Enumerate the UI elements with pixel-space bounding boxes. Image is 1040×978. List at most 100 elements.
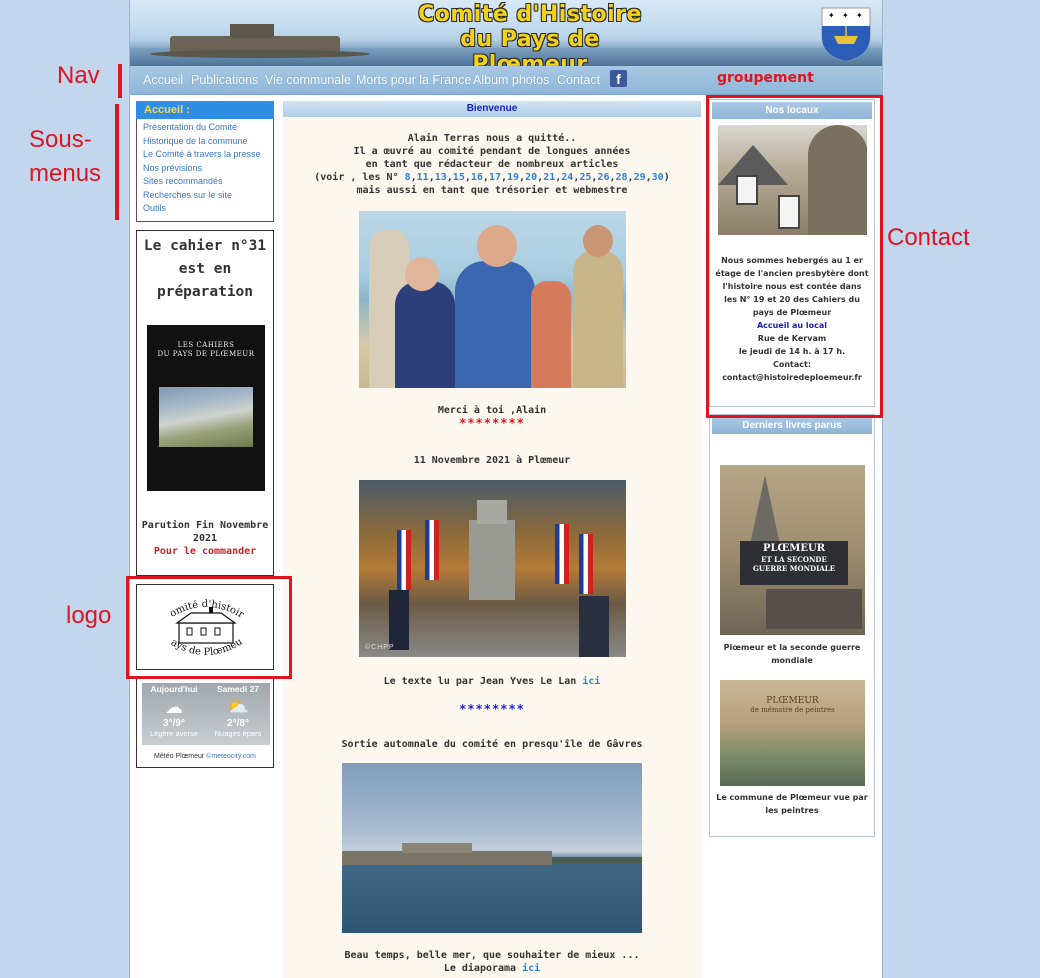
site-banner: Comité d'Histoire du Pays de Plœmeur ✦ ✦… <box>130 0 882 66</box>
issue-link-13[interactable]: 13 <box>435 172 447 183</box>
submenu-item-outils[interactable]: Outils <box>143 202 273 216</box>
annotation-sous-menus-2: menus <box>29 160 102 187</box>
order-link[interactable]: Pour le commander <box>137 545 273 558</box>
book1-title-line1: PLŒMEUR <box>762 543 826 554</box>
diaporama-text: Le diaporama <box>443 963 517 974</box>
site-title-line1: Comité d'Histoire <box>418 2 642 27</box>
beau-temps-line: Beau temps, belle mer, que souhaiter de … <box>344 950 640 961</box>
submenu-item-sites[interactable]: Sites recommandés <box>143 175 273 189</box>
issue-link-20[interactable]: 20 <box>525 172 537 183</box>
issue-link-29[interactable]: 29 <box>634 172 646 183</box>
weather-day1-cond: Légère averse <box>150 729 198 738</box>
weather-credit-prefix: Météo Plœmeur <box>154 753 207 760</box>
intro-line1: Alain Terras nous a quitté.. <box>407 133 577 144</box>
nav-publications[interactable]: Publications <box>191 73 258 87</box>
issue-link-8[interactable]: 8 <box>405 172 411 183</box>
issue-link-19[interactable]: 19 <box>507 172 519 183</box>
weather-widget: Aujourd'hui ☁ 3°/9° Légère averse Samedi… <box>136 678 274 768</box>
annotation-contact-rect <box>706 95 883 418</box>
issue-link-30[interactable]: 30 <box>652 172 664 183</box>
annotation-contact: Contact <box>887 224 970 251</box>
submenu-list: Présentation du Comité Historique de la … <box>136 119 274 222</box>
issue-link-28[interactable]: 28 <box>616 172 628 183</box>
annotation-logo-rect <box>126 576 292 679</box>
svg-text:✦: ✦ <box>828 11 835 20</box>
book2-caption: Le commune de Plœmeur vue par les peintr… <box>716 793 868 815</box>
submenu-item-recherches[interactable]: Recherches sur le site <box>143 189 273 203</box>
blue-stars-separator: ******** <box>459 702 525 716</box>
submenu-item-presentation[interactable]: Présentation du Comité <box>143 121 273 135</box>
issue-link-15[interactable]: 15 <box>453 172 465 183</box>
livres-header: Derniers livres parus <box>712 417 872 434</box>
weather-credit-link[interactable]: ©meteocity.com <box>206 753 256 760</box>
welcome-header: Bienvenue <box>283 101 701 117</box>
weather-day2-temp: 2°/8° <box>227 718 249 729</box>
weather-day2[interactable]: Samedi 27 ⛅ 2°/8° Nuages épars <box>206 683 270 745</box>
annotation-nav-bar <box>118 64 122 98</box>
book1-cover[interactable]: PLŒMEUR ET LA SECONDE GUERRE MONDIALE <box>720 465 865 635</box>
book2-cover[interactable]: PLŒMEUR de mémoire de peintres <box>720 680 865 786</box>
issue-link-16[interactable]: 16 <box>471 172 483 183</box>
cahier-title-line2: est en <box>178 261 232 277</box>
annotation-sous-menus-bar <box>115 104 119 220</box>
issue-link-17[interactable]: 17 <box>489 172 501 183</box>
merci-text: Merci à toi ,Alain ******** <box>283 404 701 430</box>
cahier-cover-title-line2: DU PAYS DE PLŒMEUR <box>157 350 255 358</box>
facebook-icon[interactable]: f <box>610 70 627 87</box>
cahier-parution: Parution Fin Novembre 2021 Pour le comma… <box>137 519 273 558</box>
intro-voir: (voir , les N° <box>314 172 399 183</box>
weather-day2-cond: Nuages épars <box>214 729 262 738</box>
photo-group-alain[interactable] <box>359 211 626 388</box>
submenu-item-presse[interactable]: Le Comité à travers la presse <box>143 148 273 162</box>
cahier-title: Le cahier n°31 est en préparation <box>137 235 273 304</box>
cahier-cover-title: LES CAHIERS DU PAYS DE PLŒMEUR <box>147 341 265 359</box>
rain-cloud-icon: ☁ <box>165 697 183 717</box>
site-title[interactable]: Comité d'Histoire du Pays de Plœmeur <box>400 2 660 66</box>
book2-title-line1: PLŒMEUR <box>766 696 819 706</box>
photo-ceremony-11-nov[interactable]: ©CHPP <box>359 480 626 657</box>
issue-link-25[interactable]: 25 <box>579 172 591 183</box>
intro-line5: mais aussi en tant que trésorier et webm… <box>356 185 628 196</box>
nav-contact[interactable]: Contact <box>557 73 600 87</box>
nav-accueil[interactable]: Accueil <box>143 73 183 87</box>
issue-link-24[interactable]: 24 <box>561 172 573 183</box>
crest-icon: ✦ ✦ ✦ <box>821 7 871 62</box>
intro-text: Alain Terras nous a quitté.. Il a œuvré … <box>283 132 701 197</box>
weather-day1[interactable]: Aujourd'hui ☁ 3°/9° Légère averse <box>142 683 206 745</box>
cahier-cover-image[interactable]: LES CAHIERS DU PAYS DE PLŒMEUR <box>147 325 265 491</box>
svg-text:✦: ✦ <box>842 11 849 20</box>
texte-lu-text: Le texte lu par Jean Yves Le Lan <box>383 676 577 687</box>
site-title-line2: du Pays de Plœmeur <box>460 27 600 66</box>
issue-link-11[interactable]: 11 <box>417 172 429 183</box>
parution-line1: Parution Fin Novembre <box>141 520 269 531</box>
beau-temps-text: Beau temps, belle mer, que souhaiter de … <box>283 949 701 975</box>
cahier-cover-photo <box>159 387 253 447</box>
photo-gavres[interactable] <box>342 763 642 933</box>
texte-lu-ici-link[interactable]: ici <box>582 676 600 687</box>
texte-lu-line: Le texte lu par Jean Yves Le Lan ici <box>283 675 701 688</box>
annotation-nav: Nav <box>57 62 100 89</box>
diaporama-ici-link[interactable]: ici <box>522 963 540 974</box>
main-content: Bienvenue Alain Terras nous a quitté.. I… <box>283 101 701 978</box>
diaporama-line: Le diaporama ici <box>283 962 701 975</box>
book1-title-line3: GUERRE MONDIALE <box>752 564 836 573</box>
nav-album-photos[interactable]: Album photos <box>473 73 549 87</box>
submenu-item-previsions[interactable]: Nos prévisions <box>143 162 273 176</box>
nav-morts-pour-la-france[interactable]: Morts pour la France <box>356 73 471 87</box>
red-stars-separator: ******** <box>459 416 525 430</box>
submenu-item-historique[interactable]: Historique de la commune <box>143 135 273 149</box>
photo-credit: ©CHPP <box>365 644 395 651</box>
submenu-header: Accueil : <box>136 101 274 119</box>
cahier-promo-box: Le cahier n°31 est en préparation LES CA… <box>136 230 274 576</box>
intro-numbers-line: (voir , les N° 8,11,13,15,16,17,19,20,21… <box>314 172 670 183</box>
intro-line3: en tant que rédacteur de nombreux articl… <box>365 159 619 170</box>
livres-box: Derniers livres parus PLŒMEUR ET LA SECO… <box>709 414 875 837</box>
partly-cloudy-icon: ⛅ <box>226 697 250 717</box>
issue-number-links: 8,11,13,15,16,17,19,20,21,24,25,26,28,29… <box>404 172 664 183</box>
svg-text:✦: ✦ <box>856 11 863 20</box>
issue-link-26[interactable]: 26 <box>597 172 609 183</box>
issue-link-21[interactable]: 21 <box>543 172 555 183</box>
annotation-groupement: groupement <box>717 70 814 86</box>
book1-title-line2: ET LA SECONDE <box>761 555 827 564</box>
nav-vie-communale[interactable]: Vie communale <box>265 73 351 87</box>
